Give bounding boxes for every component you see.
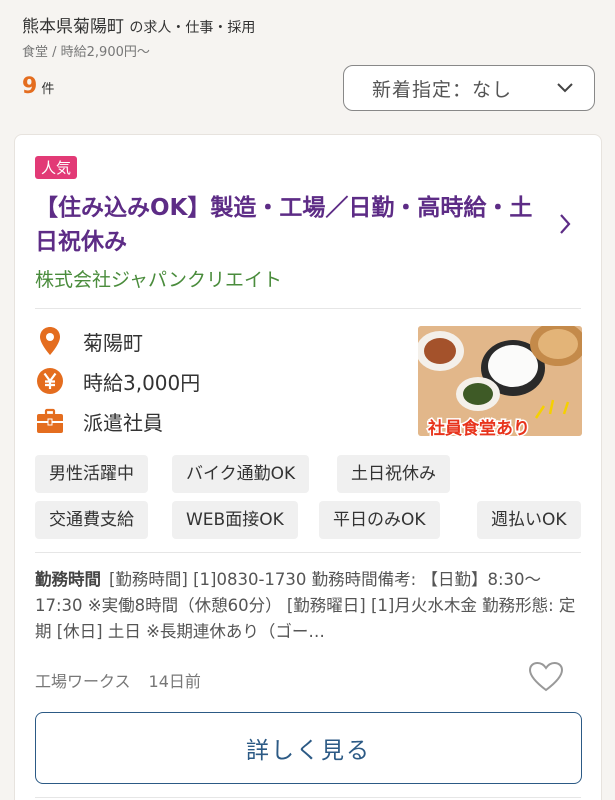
view-details-label: 詳しく見る (246, 738, 371, 764)
posted-date: 14日前 (148, 672, 201, 691)
source-site: 工場ワークス (35, 672, 131, 691)
job-card: 人気 【住み込みOK】製造・工場／日勤・高時給・土日祝休み 株式会社ジャパンクリ… (14, 134, 602, 800)
tag-item: 週払いOK (477, 501, 581, 539)
divider (35, 797, 581, 798)
heart-icon[interactable] (528, 661, 564, 693)
sort-label: 新着指定：なし (372, 78, 513, 101)
job-photo: 社員食堂あり (418, 326, 582, 436)
popular-badge: 人気 (35, 156, 78, 179)
sort-dropdown[interactable]: 新着指定：なし (343, 65, 595, 111)
tag-item: 男性活躍中 (35, 455, 148, 493)
search-conditions: 食堂 / 時給2,900円〜 (22, 45, 150, 60)
tag-item: バイク通勤OK (172, 455, 310, 493)
view-details-button[interactable]: 詳しく見る (35, 712, 582, 784)
location-row: 菊陽町 (35, 326, 143, 356)
work-hours: 勤務時間 [勤務時間] [1]0830-1730 勤務時間備考: 【日勤】8:30… (35, 567, 583, 645)
image-caption: 社員食堂あり (427, 418, 530, 436)
briefcase-icon (35, 406, 65, 436)
job-title-link[interactable]: 【住み込みOK】製造・工場／日勤・高時給・土日祝休み (35, 191, 535, 259)
result-count-unit: 件 (41, 82, 55, 97)
result-count: 9件 (22, 74, 54, 99)
yen-icon (35, 366, 65, 396)
location-pin-icon (35, 326, 65, 356)
job-source: 工場ワークス 14日前 (35, 668, 201, 692)
page-title: 熊本県菊陽町 の求人・仕事・採用 (22, 12, 255, 37)
title-suffix: の求人・仕事・採用 (129, 20, 256, 36)
chevron-right-icon[interactable] (558, 212, 572, 236)
chevron-down-icon (557, 83, 573, 93)
tag-item: 交通費支給 (35, 501, 148, 539)
tag-item: WEB面接OK (172, 501, 298, 539)
divider (35, 308, 581, 309)
location-title: 熊本県菊陽町 (22, 17, 124, 37)
employment-row: 派遣社員 (35, 406, 163, 436)
divider (35, 552, 581, 553)
tag-item: 土日祝休み (337, 455, 450, 493)
work-hours-text: [勤務時間] [1]0830-1730 勤務時間備考: 【日勤】8:30〜17:… (35, 570, 576, 641)
page-header: 熊本県菊陽町 の求人・仕事・採用 食堂 / 時給2,900円〜 (22, 12, 255, 60)
wage-row: 時給3,000円 (35, 366, 200, 396)
wage-text: 時給3,000円 (83, 370, 201, 395)
employment-type: 派遣社員 (83, 410, 163, 435)
result-count-number: 9 (22, 74, 38, 99)
tag-item: 平日のみOK (319, 501, 440, 539)
work-hours-label: 勤務時間 (35, 570, 101, 589)
company-name: 株式会社ジャパンクリエイト (35, 269, 283, 291)
location-text: 菊陽町 (83, 330, 143, 355)
